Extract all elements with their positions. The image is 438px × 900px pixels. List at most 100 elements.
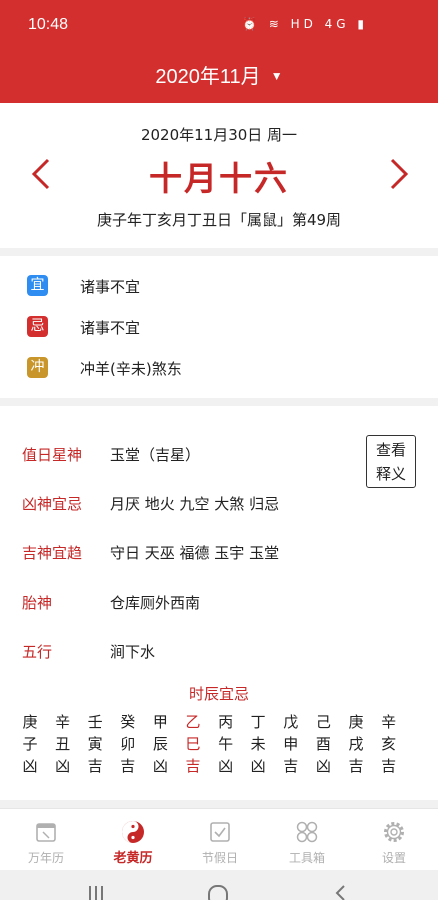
shichen-luck: 凶 <box>22 757 38 775</box>
system-nav-bar <box>0 870 438 900</box>
nav-label: 老黄历 <box>113 851 153 866</box>
section-divider <box>0 248 438 256</box>
nav-item-holidays[interactable]: 节假日 <box>176 809 264 871</box>
shichen-luck: 吉 <box>185 757 201 775</box>
nav-label: 设置 <box>381 851 406 865</box>
ji-text: 诸事不宜 <box>80 319 141 337</box>
shichen-gan: 丁 <box>250 713 266 731</box>
shichen-column: 辛丑凶 <box>51 711 75 777</box>
shichen-zhi: 酉 <box>315 735 331 753</box>
nav-label: 节假日 <box>201 851 238 865</box>
nav-label: 工具箱 <box>288 851 325 865</box>
detail-value-wuxing: 涧下水 <box>110 643 156 661</box>
shichen-gan: 辛 <box>55 713 71 731</box>
shichen-gan: 辛 <box>381 713 397 731</box>
shichen-column: 己酉凶 <box>311 711 335 777</box>
ji-badge: 忌 <box>27 316 48 337</box>
detail-value-taishen: 仓库厕外西南 <box>110 594 201 612</box>
detail-label-jishen: 吉神宜趋 <box>22 544 83 562</box>
bottom-nav: 万年历 老黄历 节假日 工具箱 设置 <box>0 808 438 871</box>
shichen-zhi: 巳 <box>185 735 201 753</box>
ganzhi-line: 庚子年丁亥月丁丑日「属鼠」第49周 <box>96 211 342 229</box>
month-selector[interactable]: 2020年11月 ▼ <box>0 60 438 89</box>
shichen-zhi: 午 <box>218 735 234 753</box>
shichen-zhi: 卯 <box>120 735 136 753</box>
yin-yang-icon <box>122 821 144 843</box>
almanac-section: 宜 诸事不宜 忌 诸事不宜 冲 冲羊(辛未)煞东 <box>0 256 438 396</box>
shichen-column: 庚戌吉 <box>344 711 368 777</box>
status-time: 10:48 <box>28 16 69 33</box>
detail-value-zhiri: 玉堂（吉星） <box>110 446 201 464</box>
shichen-gan: 庚 <box>348 713 364 731</box>
shichen-luck: 吉 <box>283 757 299 775</box>
shichen-luck: 吉 <box>348 757 364 775</box>
shichen-gan: 甲 <box>152 713 168 731</box>
explain-button-line2: 释义 <box>375 465 406 483</box>
shichen-zhi: 未 <box>250 735 266 753</box>
detail-label-wuxing: 五行 <box>22 643 53 661</box>
shichen-column-current: 乙巳吉 <box>181 711 205 777</box>
shichen-column: 戊申吉 <box>279 711 303 777</box>
explain-button-line1: 查看 <box>375 441 406 459</box>
detail-label-xiongshen: 凶神宜忌 <box>22 495 83 513</box>
shichen-column: 丙午凶 <box>214 711 238 777</box>
yi-text: 诸事不宜 <box>80 278 141 296</box>
section-divider <box>0 800 438 808</box>
yi-badge: 宜 <box>27 275 48 296</box>
holiday-check-icon <box>210 822 230 842</box>
shichen-column: 壬寅吉 <box>83 711 107 777</box>
detail-value-jishen: 守日 天巫 福德 玉宇 玉堂 <box>110 544 280 562</box>
shichen-luck: 凶 <box>315 757 331 775</box>
status-bar: 10:48 ⏰ ≋ HD 4G ▮ <box>0 0 438 52</box>
chong-text: 冲羊(辛未)煞东 <box>80 360 182 378</box>
shichen-luck: 凶 <box>152 757 168 775</box>
shichen-gan: 丙 <box>218 713 234 731</box>
shichen-gan: 戊 <box>283 713 299 731</box>
toolbox-icon <box>296 821 318 843</box>
solar-date: 2020年11月30日 周一 <box>140 126 298 144</box>
detail-label-taishen: 胎神 <box>22 594 53 612</box>
shichen-gan: 己 <box>315 713 331 731</box>
shichen-title: 时辰宜忌 <box>188 685 249 703</box>
lunar-date: 十月十六 <box>149 159 289 198</box>
nav-item-calendar[interactable]: 万年历 <box>2 809 90 871</box>
shichen-luck: 吉 <box>381 757 397 775</box>
shichen-zhi: 丑 <box>55 735 71 753</box>
app-header: 10:48 ⏰ ≋ HD 4G ▮ 2020年11月 ▼ <box>0 0 438 103</box>
recents-icon[interactable] <box>86 884 106 900</box>
shichen-luck: 吉 <box>120 757 136 775</box>
nav-item-toolbox[interactable]: 工具箱 <box>263 809 351 871</box>
nav-item-settings[interactable]: 设置 <box>350 809 438 871</box>
next-day-button[interactable] <box>386 156 412 192</box>
explain-button[interactable]: 查看 释义 <box>366 435 416 488</box>
shichen-zhi: 寅 <box>87 735 103 753</box>
shichen-column: 甲辰凶 <box>148 711 172 777</box>
status-icons: ⏰ ≋ HD 4G ▮ <box>241 17 368 31</box>
shichen-zhi: 子 <box>22 735 38 753</box>
calendar-icon <box>36 823 56 842</box>
caret-down-icon: ▼ <box>270 69 283 83</box>
shichen-column: 辛亥吉 <box>377 711 401 777</box>
shichen-grid: 庚子凶辛丑凶壬寅吉癸卯吉甲辰凶乙巳吉丙午凶丁未凶戊申吉己酉凶庚戌吉辛亥吉 <box>0 711 438 783</box>
chong-badge: 冲 <box>27 357 48 378</box>
gear-icon <box>384 822 404 842</box>
shichen-luck: 凶 <box>250 757 266 775</box>
shichen-luck: 吉 <box>87 757 103 775</box>
shichen-gan: 庚 <box>22 713 38 731</box>
shichen-luck: 凶 <box>218 757 234 775</box>
shichen-column: 丁未凶 <box>246 711 270 777</box>
section-divider <box>0 398 438 406</box>
detail-value-xiongshen: 月厌 地火 九空 大煞 归忌 <box>110 495 280 513</box>
nav-label: 万年历 <box>27 851 64 865</box>
home-icon[interactable] <box>207 884 229 900</box>
shichen-luck: 凶 <box>55 757 71 775</box>
back-icon[interactable] <box>332 884 348 900</box>
nav-item-almanac[interactable]: 老黄历 <box>89 809 177 871</box>
shichen-zhi: 申 <box>283 735 299 753</box>
shichen-gan: 癸 <box>120 713 136 731</box>
shichen-column: 癸卯吉 <box>116 711 140 777</box>
month-label: 2020年11月 <box>155 66 261 88</box>
shichen-zhi: 戌 <box>348 735 364 753</box>
shichen-gan: 乙 <box>185 713 201 731</box>
shichen-column: 庚子凶 <box>18 711 42 777</box>
